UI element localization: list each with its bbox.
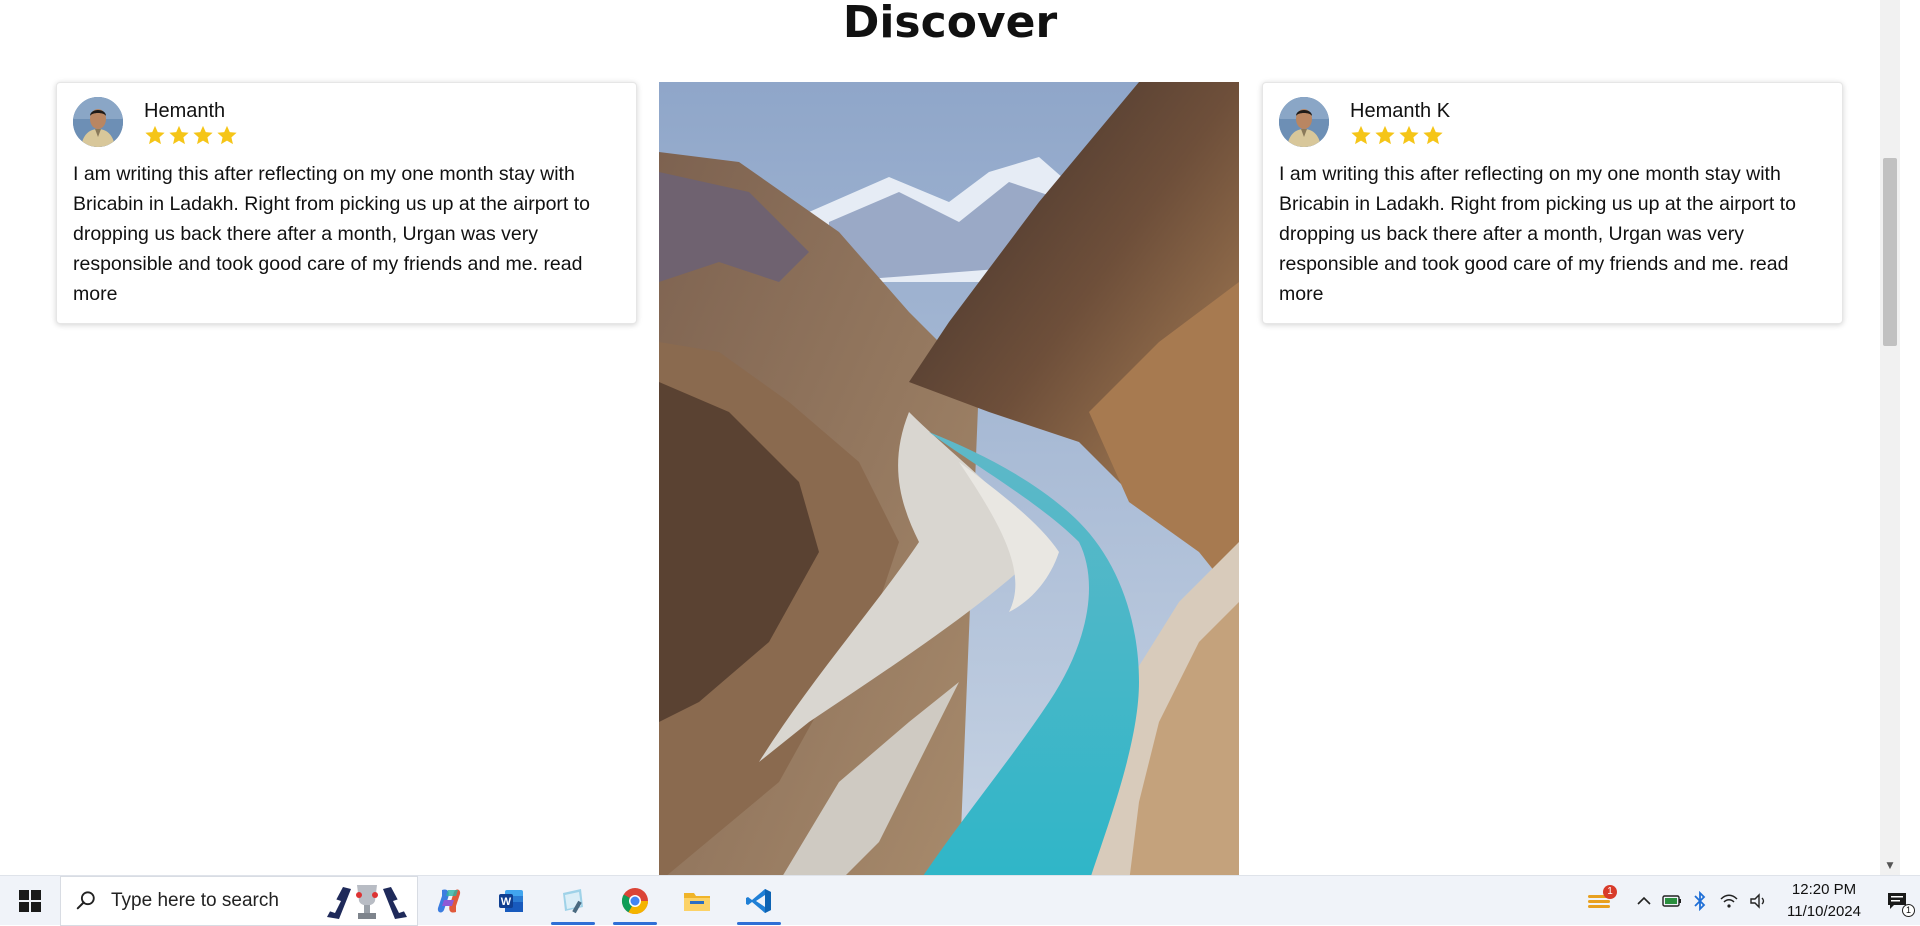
review-card: Hemanth I am writing this after reflecti… (56, 82, 637, 324)
star-icon (193, 125, 213, 145)
notification-badge: 1 (1603, 885, 1617, 899)
svg-text:W: W (501, 896, 512, 908)
wifi-icon (1720, 894, 1738, 908)
star-icon (1399, 125, 1419, 145)
avatar (73, 97, 123, 147)
star-rating (144, 124, 238, 146)
notification-count: 1 (1902, 904, 1915, 917)
chevron-up-icon (1637, 896, 1651, 905)
reviewer-name: Hemanth (144, 100, 226, 122)
scroll-down-arrow-icon[interactable]: ▼ (1880, 859, 1900, 873)
start-button[interactable] (0, 876, 60, 926)
file-explorer-button[interactable] (666, 876, 728, 926)
racing-trophy-icon (327, 884, 407, 919)
search-icon (76, 890, 95, 909)
review-body: I am writing this after reflecting on my… (1279, 163, 1797, 275)
chrome-icon (621, 887, 649, 914)
browser-viewport: Discover Hemanth I am writing this after… (0, 0, 1900, 875)
star-icon (217, 125, 237, 145)
star-icon (1423, 125, 1443, 145)
review-text: I am writing this after reflecting on my… (1279, 159, 1826, 309)
bluetooth-button[interactable] (1686, 876, 1714, 926)
word-icon: W (499, 889, 523, 912)
file-explorer-icon (684, 892, 710, 911)
reviewer-name: Hemanth K (1350, 100, 1451, 122)
chrome-button[interactable] (604, 876, 666, 926)
tray-app-button[interactable]: 1 (1570, 876, 1630, 926)
page-title: Discover (842, 0, 1058, 48)
taskbar-search-box[interactable]: Type here to search (60, 875, 418, 926)
taskbar: Type here to search W 1 12:20 PM 11/10/2… (0, 875, 1920, 926)
battery-button[interactable] (1658, 876, 1686, 926)
vscode-button[interactable] (728, 876, 790, 926)
vscode-icon (746, 888, 771, 913)
notepad-icon (563, 888, 583, 913)
clock-time: 12:20 PM (1791, 881, 1857, 898)
search-placeholder: Type here to search (111, 889, 279, 911)
star-rating (1350, 124, 1450, 146)
vertical-scrollbar[interactable]: ▼ (1880, 0, 1900, 875)
speaker-icon (1750, 893, 1765, 909)
system-tray: 1 12:20 PM 11/10/2024 1 (1570, 876, 1920, 926)
scrollbar-thumb[interactable] (1883, 158, 1897, 346)
avatar (1279, 97, 1329, 147)
star-icon (1375, 125, 1395, 145)
clock-date: 11/10/2024 (1787, 903, 1861, 920)
bluetooth-icon (1694, 891, 1706, 911)
ladakh-river-image (659, 82, 1239, 875)
windows-logo-icon (19, 889, 41, 912)
review-body: I am writing this after reflecting on my… (73, 163, 591, 275)
show-hidden-icons-button[interactable] (1630, 876, 1658, 926)
network-button[interactable] (1714, 876, 1744, 926)
battery-icon (1662, 895, 1681, 907)
notepad-button[interactable] (542, 876, 604, 926)
star-icon (169, 125, 189, 145)
volume-button[interactable] (1744, 876, 1774, 926)
word-button[interactable]: W (480, 876, 542, 926)
copilot-icon (437, 888, 461, 913)
star-icon (145, 125, 165, 145)
review-card: Hemanth K I am writing this after reflec… (1262, 82, 1843, 324)
notification-center-button[interactable]: 1 (1874, 876, 1920, 926)
clock-button[interactable]: 12:20 PM 11/10/2024 (1774, 876, 1874, 926)
star-icon (1351, 125, 1371, 145)
copilot-button[interactable] (418, 876, 480, 926)
review-text: I am writing this after reflecting on my… (73, 159, 620, 309)
